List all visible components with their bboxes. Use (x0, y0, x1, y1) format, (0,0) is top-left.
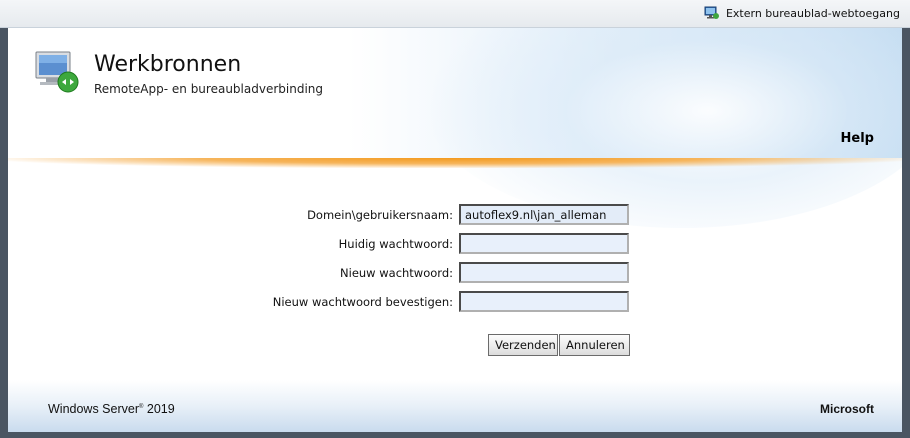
submit-button[interactable]: Verzenden (488, 334, 558, 356)
windows-server-logo: Windows Server® 2019 (48, 402, 175, 416)
product-name: Windows Server (48, 402, 139, 416)
current-password-label: Huidig wachtwoord: (338, 237, 453, 251)
cancel-button[interactable]: Annuleren (559, 334, 630, 356)
page-subtitle: RemoteApp- en bureaubladverbinding (94, 82, 323, 96)
external-access-label: Extern bureaublad-webtoegang (725, 6, 900, 20)
form-row-username: Domein\gebruikersnaam: (8, 204, 902, 226)
confirm-password-field[interactable] (459, 291, 629, 312)
remote-desktop-icon (704, 6, 720, 20)
username-field[interactable] (459, 204, 629, 225)
confirm-password-label: Nieuw wachtwoord bevestigen: (272, 295, 453, 309)
current-password-field[interactable] (459, 233, 629, 254)
external-access-link[interactable]: Extern bureaublad-webtoegang (704, 6, 900, 20)
form-row-current-password: Huidig wachtwoord: (8, 233, 902, 255)
footer: Windows Server® 2019 Microsoft (8, 380, 902, 432)
header: Werkbronnen RemoteApp- en bureaubladverb… (8, 28, 902, 228)
page-title: Werkbronnen (94, 52, 242, 77)
help-link[interactable]: Help (841, 131, 874, 146)
globe-background (422, 28, 902, 228)
form-buttons: Verzenden Annuleren (488, 334, 630, 356)
main-page: Werkbronnen RemoteApp- en bureaubladverb… (8, 28, 902, 432)
microsoft-logo: Microsoft (820, 402, 874, 416)
username-label: Domein\gebruikersnaam: (307, 208, 453, 222)
browser-frame: Extern bureaublad-webtoegang Werkbronnen… (0, 0, 910, 438)
orange-divider (8, 158, 902, 168)
product-version: 2019 (146, 402, 175, 416)
new-password-label: Nieuw wachtwoord: (340, 266, 453, 280)
form-row-confirm-password: Nieuw wachtwoord bevestigen: (8, 291, 902, 313)
top-bar: Extern bureaublad-webtoegang (0, 0, 910, 28)
new-password-field[interactable] (459, 262, 629, 283)
remote-desktop-monitor-icon (34, 48, 82, 96)
form-row-new-password: Nieuw wachtwoord: (8, 262, 902, 284)
